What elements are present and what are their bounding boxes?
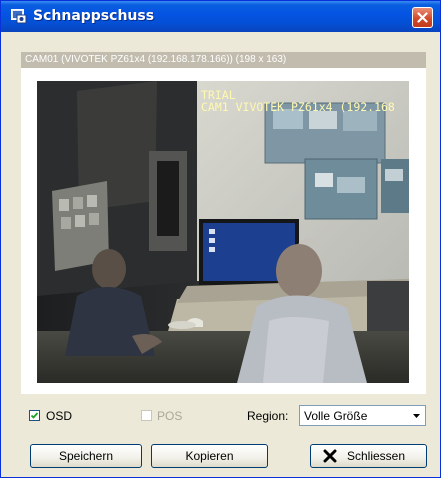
- region-select[interactable]: Volle Größe: [299, 405, 426, 426]
- region-select-value: Volle Größe: [304, 409, 368, 423]
- window-close-button[interactable]: [412, 7, 433, 28]
- close-dialog-button[interactable]: Schliessen: [310, 444, 427, 468]
- title-bar[interactable]: Schnappschuss: [1, 1, 440, 32]
- region-dropdown-button[interactable]: [408, 406, 425, 425]
- osd-overlay: TRIAL CAM1 VIVOTEK PZ61x4 (192.168: [201, 89, 395, 113]
- snapshot-scene: [37, 81, 409, 383]
- window-title: Schnappschuss: [33, 8, 155, 24]
- x-icon: [323, 449, 337, 463]
- snapshot-dialog: Schnappschuss CAM01 (VIVOTEK PZ61x4 (192…: [0, 0, 441, 478]
- region-label: Region:: [247, 409, 289, 423]
- camera-snapshot-image: TRIAL CAM1 VIVOTEK PZ61x4 (192.168: [37, 81, 409, 383]
- osd-checkbox[interactable]: [29, 410, 40, 421]
- video-frame: TRIAL CAM1 VIVOTEK PZ61x4 (192.168: [21, 68, 426, 394]
- copy-button[interactable]: Kopieren: [151, 444, 268, 468]
- checkmark-icon: [30, 412, 39, 419]
- camera-snapshot-icon: [11, 9, 27, 24]
- osd-overlay-line-2: CAM1 VIVOTEK PZ61x4 (192.168: [201, 100, 395, 114]
- save-button[interactable]: Speichern: [30, 444, 142, 468]
- close-dialog-label: Schliessen: [347, 449, 406, 463]
- osd-label[interactable]: OSD: [46, 409, 72, 423]
- camera-info-bar: CAM01 (VIVOTEK PZ61x4 (192.168.178.166))…: [21, 52, 426, 68]
- close-icon: [417, 12, 428, 23]
- pos-label: POS: [157, 409, 183, 423]
- pos-checkbox: [141, 410, 152, 421]
- chevron-down-icon: [413, 414, 420, 418]
